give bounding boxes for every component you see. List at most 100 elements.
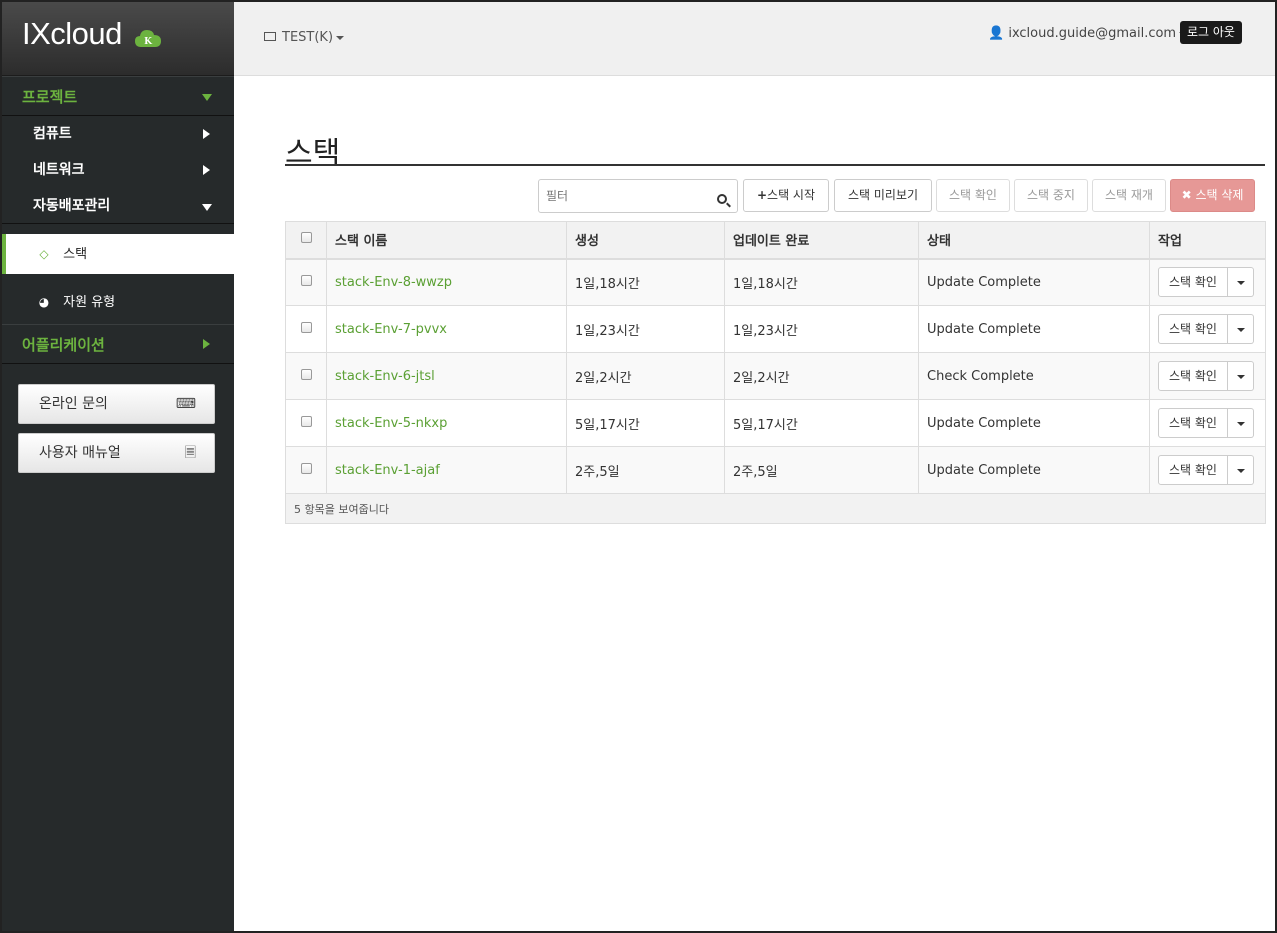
delete-stack-label: 스택 삭제 bbox=[1195, 188, 1244, 202]
keyboard-icon: ⌨ bbox=[175, 396, 196, 412]
row-checkbox[interactable] bbox=[300, 368, 312, 380]
column-header-status[interactable]: 상태 bbox=[918, 221, 1150, 260]
row-checkbox[interactable] bbox=[300, 274, 312, 286]
nav-item-network[interactable]: 네트워크 bbox=[2, 152, 234, 188]
created-cell: 1일,23시간 bbox=[566, 305, 725, 353]
launch-stack-label: 스택 시작 bbox=[767, 188, 816, 202]
chevron-right-icon bbox=[203, 129, 210, 139]
close-icon: ✖ bbox=[1181, 188, 1192, 202]
updated-cell: 2일,2시간 bbox=[724, 352, 919, 400]
delete-stack-button[interactable]: ✖ 스택 삭제 bbox=[1170, 179, 1255, 212]
online-inquiry-button[interactable]: 온라인 문의 ⌨ bbox=[18, 384, 215, 424]
status-cell: Update Complete bbox=[918, 399, 1150, 447]
caret-down-icon bbox=[336, 35, 345, 40]
row-actions-dropdown[interactable] bbox=[1227, 267, 1254, 298]
pie-chart-icon: ◕ bbox=[38, 295, 50, 309]
table-row: stack-Env-8-wwzp 1일,18시간 1일,18시간 Update … bbox=[285, 258, 1266, 306]
cloud-logo-icon: K bbox=[135, 30, 161, 47]
row-actions-dropdown[interactable] bbox=[1227, 455, 1254, 485]
row-actions-dropdown[interactable] bbox=[1227, 314, 1254, 344]
row-checkbox[interactable] bbox=[300, 415, 312, 427]
nav-item-deploy-label: 자동배포관리 bbox=[33, 198, 111, 214]
select-all-checkbox[interactable] bbox=[300, 232, 312, 244]
row-checkbox[interactable] bbox=[300, 321, 312, 333]
caret-down-icon bbox=[1236, 375, 1245, 379]
stack-name-link[interactable]: stack-Env-7-pvvx bbox=[335, 322, 447, 337]
table-row: stack-Env-6-jtsl 2일,2시간 2일,2시간 Check Com… bbox=[285, 352, 1266, 400]
nav-section-application-label: 어플리케이션 bbox=[22, 336, 105, 354]
check-stack-row-button[interactable]: 스택 확인 bbox=[1158, 361, 1228, 391]
project-selector[interactable]: TEST(K) bbox=[264, 30, 345, 45]
row-actions-dropdown[interactable] bbox=[1227, 361, 1254, 391]
actions-cell: 스택 확인 bbox=[1149, 399, 1266, 447]
actions-cell: 스택 확인 bbox=[1149, 258, 1266, 306]
row-select-cell bbox=[285, 399, 327, 447]
search-icon[interactable] bbox=[717, 194, 727, 204]
row-action-group: 스택 확인 bbox=[1158, 267, 1254, 298]
check-stack-row-button[interactable]: 스택 확인 bbox=[1158, 455, 1228, 485]
nav-item-compute[interactable]: 컴퓨트 bbox=[2, 116, 234, 152]
column-header-updated[interactable]: 업데이트 완료 bbox=[724, 221, 919, 260]
top-header: TEST(K) 👤 ixcloud.guide@gmail.com 로그 아웃 bbox=[234, 2, 1275, 76]
table-row: stack-Env-5-nkxp 5일,17시간 5일,17시간 Update … bbox=[285, 399, 1266, 447]
logo-area: IXcloud K bbox=[2, 2, 234, 76]
nav-section-project-label: 프로젝트 bbox=[22, 88, 78, 106]
row-select-cell bbox=[285, 446, 327, 494]
caret-down-icon bbox=[1236, 469, 1245, 473]
check-stack-row-button[interactable]: 스택 확인 bbox=[1158, 314, 1228, 344]
stack-name-link[interactable]: stack-Env-8-wwzp bbox=[335, 275, 452, 290]
actions-cell: 스택 확인 bbox=[1149, 352, 1266, 400]
stack-name-link[interactable]: stack-Env-6-jtsl bbox=[335, 369, 435, 384]
row-action-group: 스택 확인 bbox=[1158, 361, 1254, 391]
column-header-actions: 작업 bbox=[1149, 221, 1266, 260]
row-checkbox[interactable] bbox=[300, 462, 312, 474]
stack-name-link[interactable]: stack-Env-5-nkxp bbox=[335, 416, 447, 431]
nav-item-deploy[interactable]: 자동배포관리 bbox=[2, 188, 234, 224]
user-menu[interactable]: 👤 ixcloud.guide@gmail.com bbox=[988, 26, 1188, 41]
filter-field[interactable] bbox=[538, 179, 738, 213]
check-stack-row-button[interactable]: 스택 확인 bbox=[1158, 408, 1228, 438]
launch-stack-button[interactable]: +스택 시작 bbox=[743, 179, 829, 212]
user-email: ixcloud.guide@gmail.com bbox=[1008, 26, 1177, 41]
nav-sub-stack[interactable]: ◇ 스택 bbox=[2, 234, 234, 274]
sidebar: IXcloud K 프로젝트 컴퓨트 네트워크 자동배포관리 ◇ 스택 ◕ 자원… bbox=[2, 2, 234, 931]
layers-icon: ◇ bbox=[39, 247, 49, 261]
table-row: stack-Env-7-pvvx 1일,23시간 1일,23시간 Update … bbox=[285, 305, 1266, 353]
plus-icon: + bbox=[756, 188, 768, 202]
column-header-created[interactable]: 생성 bbox=[566, 221, 725, 260]
nav-sub-resource-type[interactable]: ◕ 자원 유형 bbox=[2, 282, 234, 322]
updated-cell: 1일,23시간 bbox=[724, 305, 919, 353]
user-manual-button[interactable]: 사용자 매뉴얼 🗏 bbox=[18, 433, 215, 473]
filter-input[interactable] bbox=[546, 181, 716, 211]
caret-down-icon bbox=[1236, 422, 1245, 426]
row-actions-dropdown[interactable] bbox=[1227, 408, 1254, 438]
logo[interactable]: IXcloud bbox=[22, 16, 122, 52]
actions-cell: 스택 확인 bbox=[1149, 446, 1266, 494]
row-action-group: 스택 확인 bbox=[1158, 408, 1254, 438]
chevron-right-icon bbox=[203, 339, 210, 349]
column-header-name[interactable]: 스택 이름 bbox=[326, 221, 567, 260]
preview-stack-button[interactable]: 스택 미리보기 bbox=[834, 179, 932, 212]
caret-down-icon bbox=[1236, 328, 1245, 332]
check-stack-row-button[interactable]: 스택 확인 bbox=[1158, 267, 1228, 298]
nav-section-project[interactable]: 프로젝트 bbox=[2, 76, 234, 116]
created-cell: 2일,2시간 bbox=[566, 352, 725, 400]
online-inquiry-label: 온라인 문의 bbox=[39, 396, 108, 412]
nav-sub-resource-type-label: 자원 유형 bbox=[63, 295, 116, 310]
updated-cell: 1일,18시간 bbox=[724, 258, 919, 306]
check-stack-button[interactable]: 스택 확인 bbox=[936, 179, 1010, 212]
project-icon bbox=[264, 32, 276, 41]
resume-stack-button[interactable]: 스택 재개 bbox=[1092, 179, 1166, 212]
nav-item-compute-label: 컴퓨트 bbox=[33, 126, 72, 142]
suspend-stack-button[interactable]: 스택 중지 bbox=[1014, 179, 1088, 212]
nav-section-application[interactable]: 어플리케이션 bbox=[2, 324, 234, 364]
stack-name-link[interactable]: stack-Env-1-ajaf bbox=[335, 463, 440, 478]
chevron-down-icon bbox=[202, 94, 212, 101]
actions-cell: 스택 확인 bbox=[1149, 305, 1266, 353]
logout-button[interactable]: 로그 아웃 bbox=[1180, 21, 1242, 44]
created-cell: 1일,18시간 bbox=[566, 258, 725, 306]
table-footer-row: 5 항목을 보여줍니다 bbox=[285, 493, 1266, 524]
created-cell: 2주,5일 bbox=[566, 446, 725, 494]
user-icon: 👤 bbox=[988, 26, 1005, 41]
nav-sub-stack-label: 스택 bbox=[63, 247, 88, 262]
